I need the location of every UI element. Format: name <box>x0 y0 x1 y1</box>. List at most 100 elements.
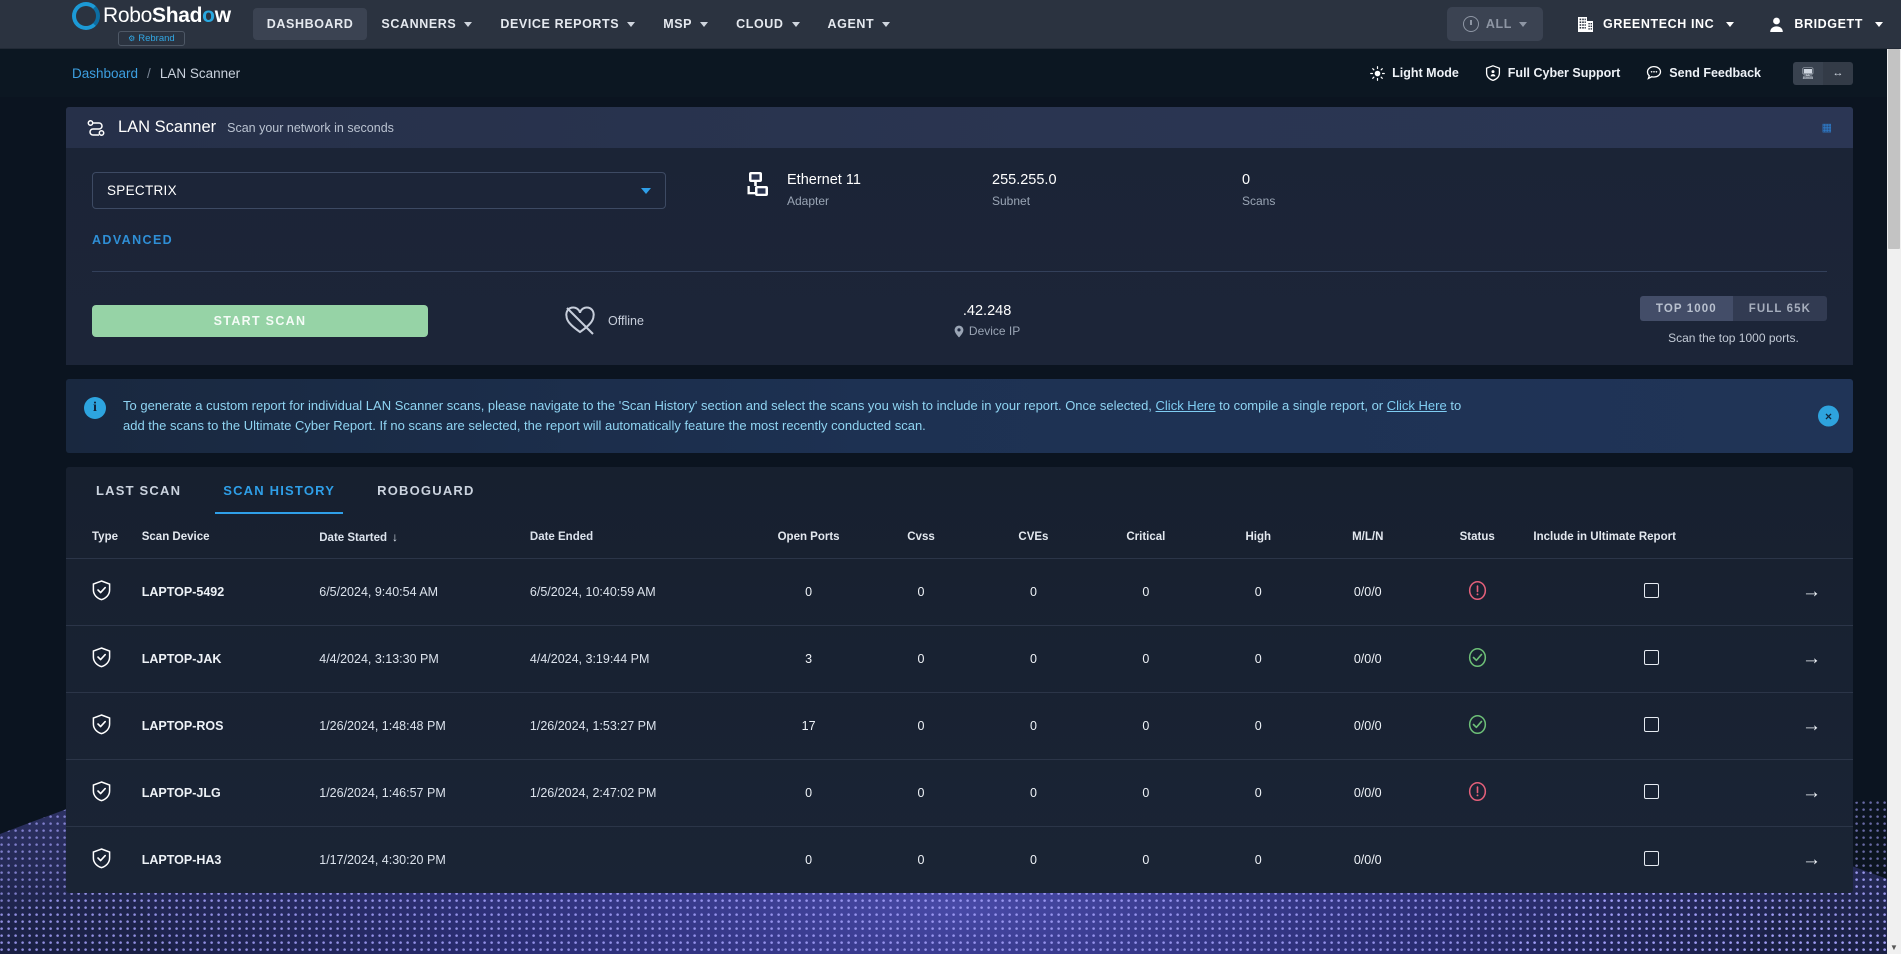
cell-high: 0 <box>1202 759 1315 827</box>
table-row[interactable]: LAPTOP-HA3 1/17/2024, 4:30:20 PM 0 0 0 0… <box>66 826 1853 893</box>
tab-last-scan[interactable]: LAST SCAN <box>88 467 189 514</box>
nav-item-cloud[interactable]: CLOUD <box>722 8 813 40</box>
nav-item-dashboard[interactable]: DASHBOARD <box>252 8 368 40</box>
cell-include-checkbox[interactable] <box>1533 625 1771 693</box>
cell-critical: 0 <box>1089 625 1203 693</box>
table-row[interactable]: LAPTOP-JAK 4/4/2024, 3:13:30 PM 4/4/2024… <box>66 625 1853 693</box>
light-mode-label: Light Mode <box>1392 66 1459 80</box>
nav-label-agent: AGENT <box>827 17 875 31</box>
logo-text-post: w <box>214 4 231 27</box>
include-checkbox[interactable] <box>1644 583 1660 598</box>
header-date-ended[interactable]: Date Ended <box>530 514 752 559</box>
user-account-dropdown[interactable]: BRIDGETT <box>1768 16 1883 33</box>
table-row[interactable]: LAPTOP-5492 6/5/2024, 9:40:54 AM 6/5/202… <box>66 558 1853 626</box>
nav-label-cloud: CLOUD <box>736 17 784 31</box>
rebrand-label: Rebrand <box>138 33 175 44</box>
chevron-down-icon <box>1875 21 1883 27</box>
banner-link-single-report[interactable]: Click Here <box>1156 398 1216 413</box>
breadcrumb-current: LAN Scanner <box>159 65 241 81</box>
port-option-full-65k[interactable]: FULL 65K <box>1732 296 1827 321</box>
row-arrow-icon[interactable]: → <box>1802 715 1821 737</box>
logo-wordmark: RoboShadow <box>103 4 231 28</box>
nav-item-agent[interactable]: AGENT <box>814 8 905 40</box>
start-scan-button[interactable]: START SCAN <box>92 304 428 337</box>
cell-include-checkbox[interactable] <box>1533 759 1771 827</box>
scan-history-table: Type Scan Device Date Started ↓ Date Ende… <box>66 514 1853 893</box>
lan-scanner-card-body: SPECTRIX Ethernet 11 Adapter 255.255.0 S… <box>66 148 1853 365</box>
include-checkbox[interactable] <box>1644 851 1660 866</box>
cell-type <box>66 759 142 827</box>
header-open-ports: Open Ports <box>777 531 840 543</box>
cell-mln: 0/0/0 <box>1314 826 1421 893</box>
advanced-toggle[interactable]: ADVANCED <box>92 233 173 247</box>
cell-open-row[interactable]: → <box>1770 558 1853 626</box>
tab-scan-history[interactable]: SCAN HISTORY <box>215 467 344 514</box>
light-mode-toggle[interactable]: Light Mode <box>1370 65 1459 81</box>
cell-mln: 0/0/0 <box>1314 759 1421 827</box>
breadcrumb-dashboard[interactable]: Dashboard <box>72 66 138 81</box>
row-arrow-icon[interactable]: → <box>1802 849 1821 871</box>
screen-view-icon-button[interactable]: 🖥 <box>1793 61 1823 85</box>
offline-heart-icon <box>565 305 595 335</box>
include-checkbox[interactable] <box>1644 784 1660 799</box>
top-navigation-bar: RoboShadow ⚙ Rebrand DASHBOARD SCANNERS … <box>0 0 1901 49</box>
cell-cvss: 0 <box>864 826 978 893</box>
row-arrow-icon[interactable]: → <box>1802 782 1821 804</box>
cell-open-row[interactable]: → <box>1770 625 1853 693</box>
cell-include-checkbox[interactable] <box>1533 558 1771 626</box>
scrollbar-thumb[interactable] <box>1888 49 1900 249</box>
row-arrow-icon[interactable]: → <box>1802 581 1821 603</box>
cell-scan-device: LAPTOP-HA3 <box>141 826 320 893</box>
status-ok-icon <box>1468 647 1486 668</box>
brand-logo[interactable]: RoboShadow ⚙ Rebrand <box>72 2 231 46</box>
full-cyber-support-link[interactable]: Full Cyber Support <box>1485 65 1620 81</box>
cell-open-row[interactable]: → <box>1770 759 1853 827</box>
close-icon[interactable]: × <box>1818 405 1839 427</box>
nav-item-device-reports[interactable]: DEVICE REPORTS <box>486 8 649 40</box>
cell-type <box>66 692 142 760</box>
connection-status: Offline <box>564 305 644 336</box>
cell-open-row[interactable]: → <box>1770 692 1853 760</box>
table-row[interactable]: LAPTOP-ROS 1/26/2024, 1:48:48 PM 1/26/20… <box>66 692 1853 760</box>
cell-type <box>66 558 142 626</box>
card-collapse-icon[interactable]: ▦ <box>1822 121 1833 134</box>
time-filter-dropdown[interactable]: ALL <box>1446 7 1544 41</box>
subnet-value: 255.255.0 <box>992 172 1057 188</box>
cell-date-started: 4/4/2024, 3:13:30 PM <box>319 625 530 693</box>
chevron-down-icon <box>1726 21 1735 27</box>
nav-item-msp[interactable]: MSP <box>649 8 722 40</box>
device-ip-label: Device IP <box>968 324 1021 338</box>
cell-open-ports: 0 <box>752 759 865 827</box>
header-date-started[interactable]: Date Started ↓ <box>319 514 530 559</box>
cell-critical: 0 <box>1089 558 1203 626</box>
chevron-down-icon <box>464 21 473 27</box>
rebrand-button[interactable]: ⚙ Rebrand <box>118 31 185 46</box>
lan-scanner-card-header: LAN Scanner Scan your network in seconds… <box>66 107 1853 148</box>
cell-status <box>1420 826 1534 893</box>
cell-date-ended: 6/5/2024, 10:40:59 AM <box>529 558 753 626</box>
row-arrow-icon[interactable]: → <box>1802 648 1821 670</box>
expand-width-icon-button[interactable]: ↔ <box>1823 61 1853 85</box>
tab-roboguard[interactable]: ROBOGUARD <box>369 467 482 514</box>
sort-descending-icon: ↓ <box>392 530 398 544</box>
page-scrollbar[interactable]: ▲ ▼ <box>1887 49 1901 954</box>
adapter-select[interactable]: SPECTRIX <box>92 172 666 209</box>
organization-dropdown[interactable]: GREENTECH INC <box>1577 16 1735 33</box>
cell-cvss: 0 <box>864 692 978 760</box>
chevron-down-icon <box>700 21 709 27</box>
port-option-top-1000[interactable]: TOP 1000 <box>1639 296 1733 321</box>
table-row[interactable]: LAPTOP-JLG 1/26/2024, 1:46:57 PM 1/26/20… <box>66 759 1853 827</box>
send-feedback-link[interactable]: Send Feedback <box>1646 65 1761 81</box>
breadcrumb-separator: / <box>147 65 151 81</box>
nav-item-scanners[interactable]: SCANNERS <box>367 8 486 40</box>
cell-include-checkbox[interactable] <box>1533 692 1771 760</box>
banner-link-ultimate-report[interactable]: Click Here <box>1387 398 1447 413</box>
cell-status <box>1420 692 1534 760</box>
include-checkbox[interactable] <box>1644 650 1660 665</box>
status-ok-icon <box>1468 714 1486 735</box>
cell-include-checkbox[interactable] <box>1533 826 1771 893</box>
cell-cves: 0 <box>977 558 1090 626</box>
cell-open-row[interactable]: → <box>1770 826 1853 893</box>
scroll-down-icon[interactable]: ▼ <box>1887 940 1901 954</box>
include-checkbox[interactable] <box>1644 717 1660 732</box>
